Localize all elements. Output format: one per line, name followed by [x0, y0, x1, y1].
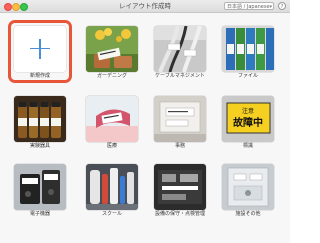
language-select-value: 日本語 / Japanese — [227, 4, 270, 10]
tile-cable[interactable]: ケーブルマネジメント — [154, 26, 206, 82]
tile-medical[interactable]: 医療 — [86, 96, 138, 152]
cable-thumbnail — [154, 26, 206, 72]
tile-label: 設備の保守・点検管理 — [154, 211, 205, 217]
tile-file[interactable]: ファイル — [222, 26, 274, 82]
devices-thumbnail — [14, 164, 66, 210]
tile-signs[interactable]: 注意 故障中 標識 — [222, 96, 274, 152]
lab-thumbnail — [14, 96, 66, 142]
tile-office[interactable]: 事務 — [154, 96, 206, 152]
gardening-thumbnail — [86, 26, 138, 72]
school-thumbnail — [86, 164, 138, 210]
tile-label: 事務 — [174, 143, 185, 149]
file-thumbnail — [222, 26, 274, 72]
medical-thumbnail — [86, 96, 138, 142]
tile-school[interactable]: スクール — [86, 164, 138, 220]
office-thumbnail — [154, 96, 206, 142]
title-bar: レイアウト作成時 日本語 / Japanese ▾ ? — [0, 0, 290, 13]
tile-label: 施設その他 — [235, 211, 261, 217]
sign-main-text: 故障中 — [233, 116, 263, 129]
app-window: レイアウト作成時 日本語 / Japanese ▾ ? 新規作成 ガーデニング … — [0, 0, 290, 243]
tile-gardening[interactable]: ガーデニング — [86, 26, 138, 82]
tile-label: ファイル — [237, 73, 258, 79]
tile-misc[interactable]: 施設その他 — [222, 164, 274, 220]
help-icon[interactable]: ? — [278, 2, 286, 10]
tile-label: 標識 — [242, 143, 253, 149]
tile-label: ガーデニング — [96, 73, 127, 79]
selected-tile-highlight — [8, 20, 72, 83]
tile-equipment[interactable]: 設備の保守・点検管理 — [154, 164, 206, 220]
tile-label: 実験器具 — [29, 143, 50, 149]
tile-label: ケーブルマネジメント — [155, 73, 205, 79]
misc-thumbnail — [222, 164, 274, 210]
equipment-thumbnail — [154, 164, 206, 210]
tile-devices[interactable]: 電子機器 — [14, 164, 66, 220]
signs-thumbnail: 注意 故障中 — [222, 96, 274, 142]
chevron-down-icon: ▾ — [269, 4, 272, 10]
tile-label: 電子機器 — [29, 211, 50, 217]
tile-lab[interactable]: 実験器具 — [14, 96, 66, 152]
language-select[interactable]: 日本語 / Japanese ▾ — [224, 2, 274, 10]
sign-top-text: 注意 — [242, 107, 254, 115]
tile-label: スクール — [101, 211, 122, 217]
tile-label: 医療 — [106, 143, 117, 149]
